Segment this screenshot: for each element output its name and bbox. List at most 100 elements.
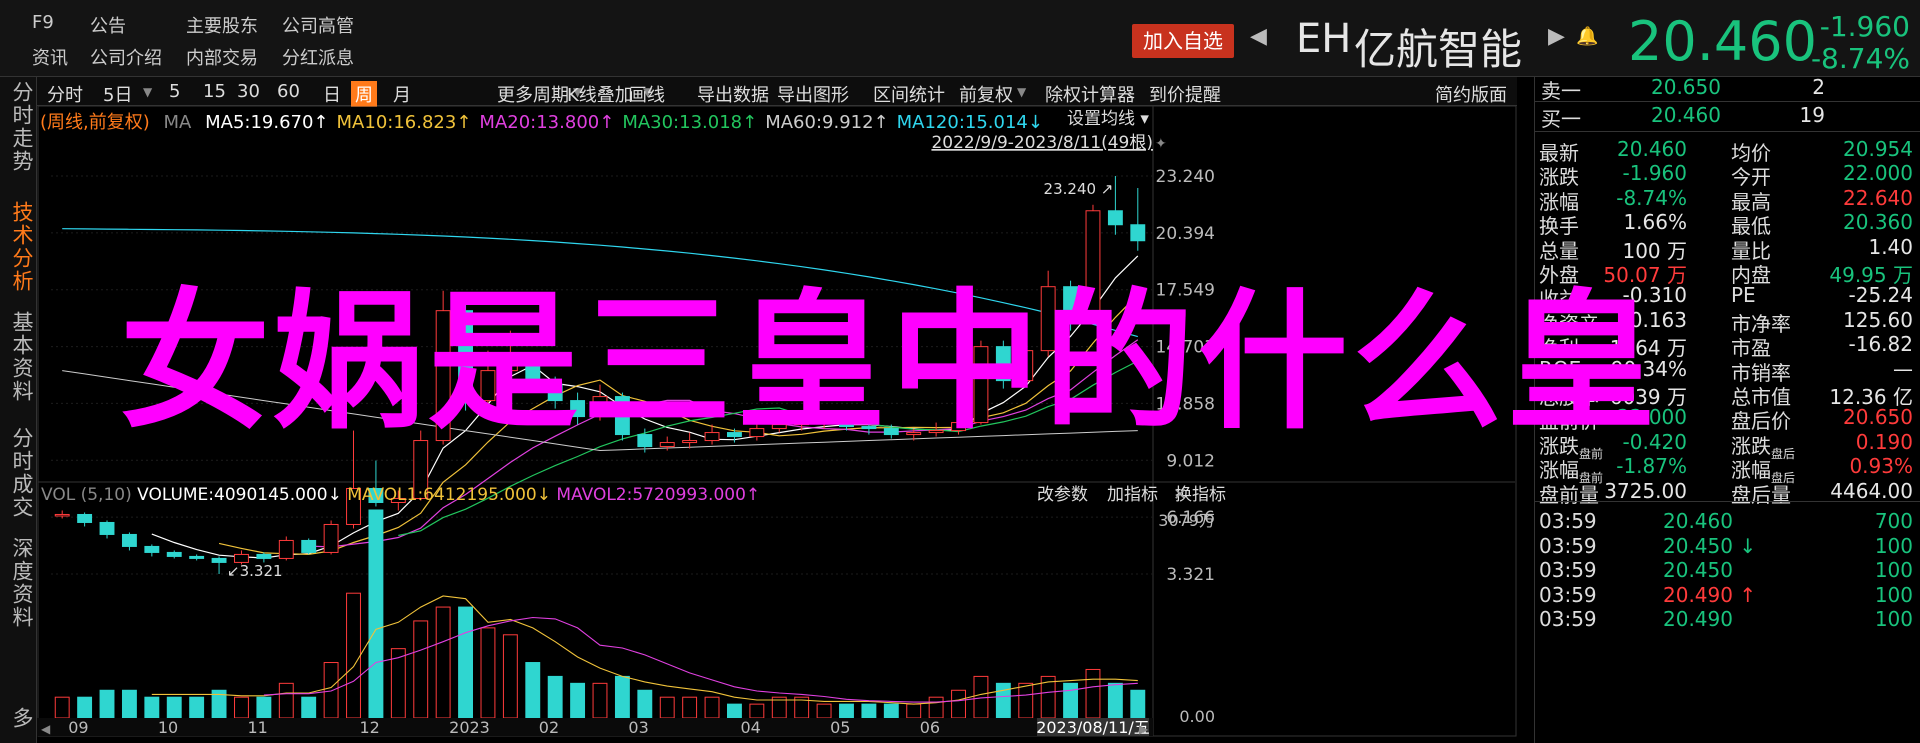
date-range-label: 2022/9/9-2023/8/11(49根)	[931, 133, 1153, 153]
top-nav-item[interactable]: 内部交易	[186, 44, 258, 70]
volume-bar	[614, 675, 630, 719]
candle	[278, 539, 294, 559]
bell-icon[interactable]: 🔔	[1576, 26, 1598, 47]
toolbar-item[interactable]: 60	[277, 81, 300, 102]
toolbar-item[interactable]: 前复权	[959, 81, 1013, 107]
sidebar-tab[interactable]: 深度资料	[0, 537, 36, 629]
prev-stock-icon[interactable]: ◀	[1250, 24, 1267, 49]
field-value: -8.74%	[1616, 185, 1687, 210]
volume-bar	[502, 634, 518, 719]
toolbar-item[interactable]: 周	[351, 81, 377, 107]
x-axis-label: 2023	[449, 718, 490, 737]
top-nav-item[interactable]: 分红派息	[282, 44, 354, 70]
volume-indicator-button[interactable]: 改参数	[1037, 485, 1088, 505]
y-tick-label: 3.321	[1166, 565, 1215, 585]
top-nav-item[interactable]: F9	[32, 12, 54, 33]
divider	[1535, 501, 1920, 502]
scroll-right-icon[interactable]: ▶	[1139, 722, 1149, 736]
volume-bar	[570, 682, 586, 719]
ask-volume: 2	[1812, 75, 1825, 99]
ask-label: 卖一	[1541, 79, 1581, 103]
volume-bar	[1063, 682, 1079, 719]
high-annotation: 23.240 ↗	[1044, 180, 1114, 198]
tick-time: 03:59	[1539, 533, 1597, 558]
tick-volume: 700	[1874, 509, 1913, 533]
volume-bar	[816, 703, 832, 719]
toolbar-item[interactable]: 15	[203, 81, 226, 102]
field-value: 4464.00	[1830, 478, 1913, 503]
field-value: 1.40	[1868, 234, 1913, 259]
toolbar-item[interactable]: 分时	[47, 81, 83, 107]
toolbar-item[interactable]: 画线	[629, 81, 665, 107]
x-axis-label: 11	[247, 718, 267, 737]
toolbar-item[interactable]: 更多周期	[497, 81, 569, 107]
add-to-watchlist-button[interactable]: 加入自选	[1132, 24, 1234, 58]
volume-bar	[592, 682, 608, 719]
toolbar-item[interactable]: 30	[237, 81, 260, 102]
tick-price: 20.490 ↑	[1663, 582, 1757, 607]
ma-label: MA	[163, 112, 192, 133]
next-stock-icon[interactable]: ▶	[1548, 24, 1565, 49]
volume-bar	[704, 696, 720, 719]
top-nav-item[interactable]: 公司高管	[282, 12, 354, 38]
toolbar-item[interactable]: 区间统计	[873, 81, 945, 107]
volume-bar	[54, 696, 70, 719]
tick-volume: 100	[1874, 533, 1913, 558]
candle	[1130, 224, 1146, 242]
field-value: 20.360	[1843, 210, 1913, 235]
ma-value: MA60:9.912↑	[765, 112, 889, 133]
volume-indicator-button[interactable]: 加指标	[1107, 485, 1158, 505]
volume-bar	[951, 689, 966, 719]
sidebar-tab[interactable]: 分时走势	[0, 81, 36, 173]
x-axis-label: 03	[628, 718, 648, 737]
field-label: 盘前量	[1539, 482, 1599, 507]
volume-bar	[278, 682, 294, 719]
simple-layout-button[interactable]: 简约版面	[1435, 81, 1507, 107]
ma-settings-button[interactable]: 设置均线 ▾	[1067, 109, 1149, 129]
candle	[77, 513, 93, 523]
toolbar-item[interactable]: 导出数据	[697, 81, 769, 107]
tick-price: 20.460	[1663, 509, 1733, 533]
field-value: 0.93%	[1849, 454, 1913, 479]
scroll-left-icon[interactable]: ◀	[41, 722, 51, 736]
toolbar-item[interactable]: 5日	[103, 81, 132, 107]
x-axis-label: 04	[740, 718, 760, 737]
quote-row: 盘前量 3725.00 盘后量 4464.00	[1535, 477, 1920, 507]
top-nav-item[interactable]: 主要股东	[186, 12, 258, 38]
toolbar-item[interactable]: 到价提醒	[1149, 81, 1221, 107]
top-nav-item[interactable]: 公告	[90, 12, 126, 38]
ma-value: MA20:13.800↑	[479, 112, 615, 133]
tick-price: 20.450 ↓	[1663, 533, 1757, 558]
volume-bar	[1018, 682, 1034, 719]
toolbar-item[interactable]: 导出图形	[777, 81, 849, 107]
low-annotation: ↙3.321	[227, 562, 283, 580]
top-nav-item[interactable]: 公司介绍	[90, 44, 162, 70]
toolbar-item[interactable]: K线叠加	[567, 81, 633, 107]
field-label: PE	[1731, 283, 1756, 308]
candle	[1107, 210, 1123, 226]
volume-bar	[166, 696, 182, 719]
price-change: -1.960	[1819, 10, 1910, 43]
bid-volume: 19	[1799, 103, 1825, 127]
toolbar-item[interactable]: 日	[323, 81, 341, 107]
pin-icon[interactable]: ✦	[1155, 136, 1167, 152]
y-tick-label: 23.240	[1156, 167, 1215, 187]
top-nav-item[interactable]: 资讯	[32, 44, 68, 70]
toolbar-item[interactable]: 除权计算器	[1045, 81, 1135, 107]
field-label: 盘后量	[1731, 482, 1791, 507]
sidebar-tab[interactable]: 基本资料	[0, 311, 36, 403]
volume-bar	[906, 703, 922, 719]
volume-bar	[727, 703, 742, 719]
ma-value: MA30:13.018↑	[622, 112, 758, 133]
volume-bar	[749, 703, 765, 719]
field-value: -1.87%	[1616, 454, 1687, 479]
close-icon[interactable]: ✕	[1173, 485, 1187, 505]
sidebar-tab[interactable]: 分时成交	[0, 427, 36, 519]
sidebar-tab[interactable]: 技术分析	[0, 201, 36, 293]
mavol-line	[151, 595, 1138, 705]
toolbar-item[interactable]: 5	[169, 81, 180, 102]
toolbar-item[interactable]: 月	[393, 81, 411, 107]
sidebar-tab[interactable]: 多	[0, 707, 36, 730]
chart-toolbar: 分时 5日 ▼ 5 15 30 60 日周月更多周期 ▼ K线叠加 ▼ 画线 导出数据 导出图形 区间统计前…	[37, 77, 1517, 107]
x-axis-label: 05	[830, 718, 850, 737]
